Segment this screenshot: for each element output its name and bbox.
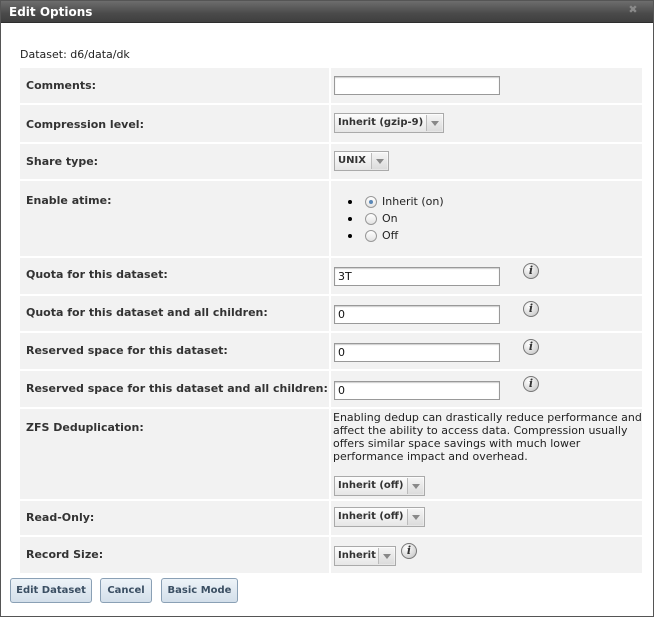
compression-field-cell: Inherit (gzip-9) bbox=[331, 105, 642, 142]
list-bullet bbox=[348, 200, 352, 204]
record-size-select-value: Inherit bbox=[338, 550, 376, 561]
row-atime: Enable atime: Inherit (on) On Off bbox=[20, 181, 642, 256]
readonly-label: Read-Only: bbox=[20, 501, 329, 535]
close-icon[interactable]: ✖ bbox=[627, 4, 639, 16]
share-type-label: Share type: bbox=[20, 144, 329, 179]
share-type-select[interactable]: UNIX bbox=[334, 151, 389, 171]
chevron-down-icon bbox=[407, 478, 423, 494]
quota-children-field-cell: i bbox=[331, 296, 642, 331]
info-icon[interactable]: i bbox=[523, 263, 539, 279]
row-reserved: Reserved space for this dataset: i bbox=[20, 333, 642, 369]
quota-label: Quota for this dataset: bbox=[20, 258, 329, 294]
dialog-titlebar[interactable]: Edit Options ✖ bbox=[1, 1, 653, 23]
row-quota-children: Quota for this dataset and all children:… bbox=[20, 296, 642, 331]
readonly-field-cell: Inherit (off) bbox=[331, 501, 642, 535]
chevron-down-icon bbox=[426, 115, 442, 131]
row-reserved-children: Reserved space for this dataset and all … bbox=[20, 371, 642, 407]
row-readonly: Read-Only: Inherit (off) bbox=[20, 501, 642, 535]
quota-field-cell: i bbox=[331, 258, 642, 294]
readonly-select[interactable]: Inherit (off) bbox=[334, 507, 425, 527]
reserved-field-cell: i bbox=[331, 333, 642, 369]
reserved-children-field-cell: i bbox=[331, 371, 642, 407]
cancel-button[interactable]: Cancel bbox=[100, 578, 152, 603]
readonly-select-value: Inherit (off) bbox=[338, 511, 404, 522]
quota-children-label: Quota for this dataset and all children: bbox=[20, 296, 329, 331]
info-icon[interactable]: i bbox=[523, 376, 539, 392]
comments-label: Comments: bbox=[20, 68, 329, 103]
edit-options-dialog: Edit Options ✖ Dataset: d6/data/dk Comme… bbox=[0, 0, 654, 617]
dedup-field-cell: Enabling dedup can drastically reduce pe… bbox=[331, 409, 642, 499]
list-bullet bbox=[348, 234, 352, 238]
dataset-label: Dataset: d6/data/dk bbox=[20, 48, 130, 61]
dialog-title: Edit Options bbox=[9, 5, 93, 19]
quota-input[interactable] bbox=[334, 267, 500, 286]
reserved-children-input[interactable] bbox=[334, 381, 500, 400]
atime-option-label: On bbox=[382, 212, 398, 225]
record-size-select[interactable]: Inherit bbox=[334, 546, 396, 566]
radio-checked-icon[interactable] bbox=[365, 196, 377, 208]
atime-field-cell: Inherit (on) On Off bbox=[331, 181, 642, 256]
row-share-type: Share type: UNIX bbox=[20, 144, 642, 179]
reserved-input[interactable] bbox=[334, 343, 500, 362]
dedup-select[interactable]: Inherit (off) bbox=[334, 476, 425, 496]
record-size-field-cell: Inherit i bbox=[331, 537, 642, 573]
chevron-down-icon bbox=[407, 509, 423, 525]
atime-option-label: Inherit (on) bbox=[382, 195, 444, 208]
compression-label: Compression level: bbox=[20, 105, 329, 142]
share-type-select-value: UNIX bbox=[338, 155, 366, 166]
row-record-size: Record Size: Inherit i bbox=[20, 537, 642, 573]
reserved-label: Reserved space for this dataset: bbox=[20, 333, 329, 369]
row-compression: Compression level: Inherit (gzip-9) bbox=[20, 105, 642, 142]
compression-select-value: Inherit (gzip-9) bbox=[338, 117, 424, 128]
compression-select[interactable]: Inherit (gzip-9) bbox=[334, 113, 444, 133]
info-icon[interactable]: i bbox=[523, 301, 539, 317]
chevron-down-icon bbox=[378, 548, 394, 564]
quota-children-input[interactable] bbox=[334, 305, 500, 324]
radio-unchecked-icon[interactable] bbox=[365, 213, 377, 225]
basic-mode-button[interactable]: Basic Mode bbox=[161, 578, 238, 603]
radio-unchecked-icon[interactable] bbox=[365, 230, 377, 242]
reserved-children-label: Reserved space for this dataset and all … bbox=[20, 371, 329, 407]
dedup-select-value: Inherit (off) bbox=[338, 480, 404, 491]
comments-input[interactable] bbox=[334, 76, 500, 95]
row-dedup: ZFS Deduplication: Enabling dedup can dr… bbox=[20, 409, 642, 499]
info-icon[interactable]: i bbox=[401, 543, 417, 559]
edit-dataset-button[interactable]: Edit Dataset bbox=[10, 578, 92, 603]
dedup-warning-text: Enabling dedup can drastically reduce pe… bbox=[333, 411, 642, 463]
atime-option-label: Off bbox=[382, 229, 399, 242]
row-quota: Quota for this dataset: i bbox=[20, 258, 642, 294]
row-comments: Comments: bbox=[20, 68, 642, 103]
chevron-down-icon bbox=[371, 153, 387, 169]
atime-label: Enable atime: bbox=[20, 181, 329, 256]
list-bullet bbox=[348, 217, 352, 221]
share-type-field-cell: UNIX bbox=[331, 144, 642, 179]
comments-field-cell bbox=[331, 68, 642, 103]
info-icon[interactable]: i bbox=[523, 339, 539, 355]
record-size-label: Record Size: bbox=[20, 537, 329, 573]
dedup-label: ZFS Deduplication: bbox=[20, 409, 329, 499]
